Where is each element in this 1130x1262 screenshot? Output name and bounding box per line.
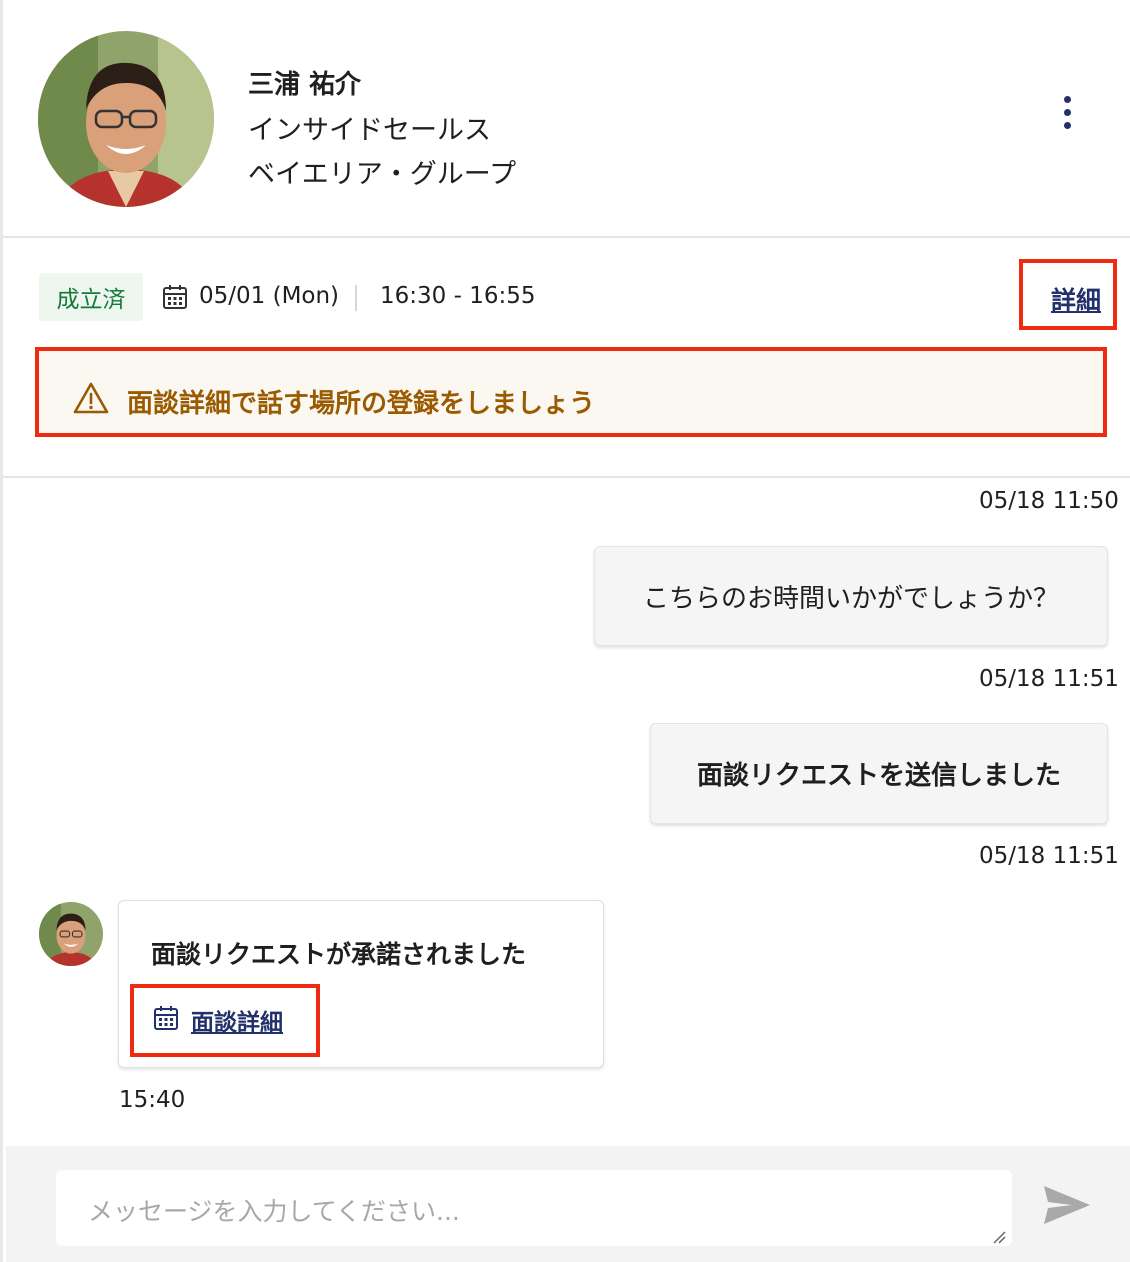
profile-role: インサイドセールス bbox=[248, 115, 491, 146]
warning-icon bbox=[73, 382, 109, 414]
profile-company: ベイエリア・グループ bbox=[248, 159, 517, 190]
meeting-time: 16:30 - 16:55 bbox=[380, 283, 536, 309]
divider bbox=[355, 285, 357, 311]
calendar-icon bbox=[163, 285, 187, 309]
accepted-card: 面談リクエストが承諾されました 面談詳細 bbox=[118, 900, 604, 1068]
message-timestamp: 05/18 11:51 bbox=[979, 666, 1119, 692]
sender-avatar bbox=[39, 902, 103, 966]
message-bubble: こちらのお時間いかがでしょうか？ bbox=[594, 546, 1108, 646]
calendar-icon bbox=[154, 1006, 178, 1030]
message-input[interactable] bbox=[56, 1170, 1012, 1246]
message-bubble: 面談リクエストを送信しました bbox=[650, 723, 1108, 824]
send-icon[interactable] bbox=[1042, 1184, 1092, 1226]
meeting-summary: 成立済 05/01 (Mon) 16:30 - 16:55 詳細 面談詳細で話す… bbox=[3, 238, 1130, 478]
avatar bbox=[38, 31, 214, 207]
alert-text: 面談詳細で話す場所の登録をしましょう bbox=[127, 389, 596, 419]
chat-panel: 三浦 祐介 インサイドセールス ベイエリア・グループ 成立済 05/01 (Mo… bbox=[0, 0, 1130, 1262]
message-time: 15:40 bbox=[119, 1087, 186, 1113]
message-timestamp: 05/18 11:50 bbox=[979, 488, 1119, 514]
message-timestamp: 05/18 11:51 bbox=[979, 843, 1119, 869]
profile-name: 三浦 祐介 bbox=[248, 70, 362, 100]
meeting-detail-link[interactable]: 面談詳細 bbox=[191, 1003, 283, 1037]
resize-grip-icon[interactable] bbox=[992, 1230, 1006, 1244]
status-badge: 成立済 bbox=[39, 273, 143, 321]
kebab-menu-icon[interactable] bbox=[1053, 96, 1081, 140]
message-composer bbox=[6, 1146, 1130, 1262]
card-title: 面談リクエストが承諾されました bbox=[151, 940, 527, 969]
meeting-date: 05/01 (Mon) bbox=[199, 283, 340, 309]
detail-link[interactable]: 詳細 bbox=[1051, 281, 1101, 317]
profile-header: 三浦 祐介 インサイドセールス ベイエリア・グループ bbox=[3, 0, 1130, 238]
